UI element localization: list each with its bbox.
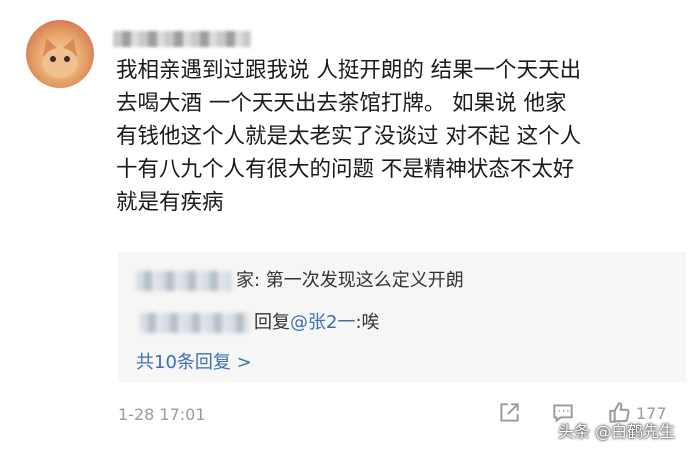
username-blurred[interactable]	[113, 31, 251, 47]
comment-line: 我相亲遇到过跟我说 人挺开朗的 结果一个天天出	[116, 58, 582, 83]
reply-item[interactable]: 家: 第一次发现这么定义开朗	[136, 266, 464, 292]
comment-content: 我相亲遇到过跟我说 人挺开朗的 结果一个天天出 去喝大酒 一个天天出去茶馆打牌。…	[116, 54, 691, 219]
watermark: 头条 @白鹤先生	[558, 422, 676, 441]
reply-separator: 家:	[236, 270, 266, 291]
comment-line: 就是有疾病	[116, 190, 224, 215]
commenter-avatar[interactable]	[26, 20, 94, 88]
reply-item[interactable]: 回复@张2一:唉	[140, 308, 380, 334]
share-icon[interactable]	[496, 400, 522, 426]
avatar-face	[42, 48, 78, 78]
reply-author-blurred[interactable]	[136, 271, 232, 291]
comment-line: 十有八九个人有很大的问题 不是精神状态不太好	[116, 157, 575, 182]
reply-mention-link[interactable]: @张2一	[290, 312, 355, 333]
reply-text: 第一次发现这么定义开朗	[265, 270, 464, 291]
reply-preview-box: 家: 第一次发现这么定义开朗 回复@张2一:唉 共10条回复 >	[118, 252, 686, 382]
avatar-eye	[64, 56, 70, 62]
comment-line: 有钱他这个人就是太老实了没谈过 对不起 这个人	[116, 124, 582, 149]
comment-line: 去喝大酒 一个天天出去茶馆打牌。 如果说 他家	[116, 91, 567, 116]
avatar-eye	[50, 56, 56, 62]
more-replies-link[interactable]: 共10条回复 >	[136, 348, 252, 374]
reply-prefix: 回复	[254, 312, 290, 333]
reply-author-blurred[interactable]	[140, 313, 250, 333]
comment-timestamp: 1-28 17:01	[118, 405, 206, 424]
reply-text: :唉	[355, 312, 380, 333]
